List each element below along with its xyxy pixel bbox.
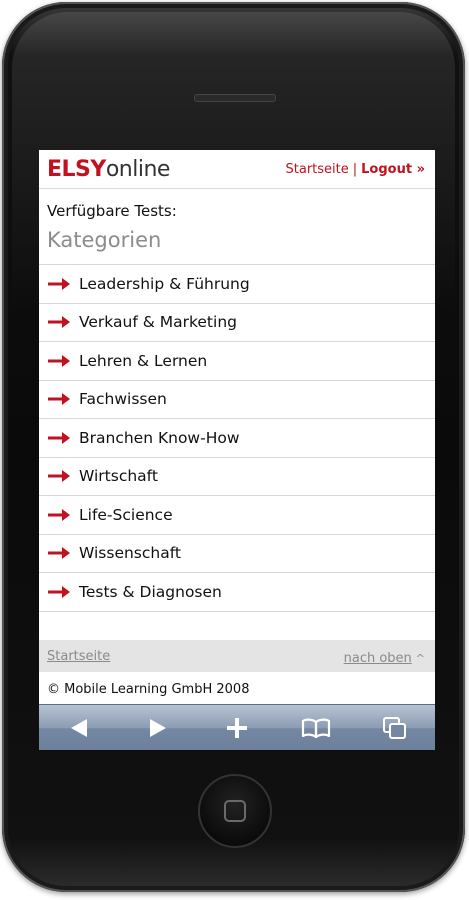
category-label: Tests & Diagnosen — [79, 582, 222, 601]
forward-button[interactable] — [138, 710, 178, 746]
home-square-icon — [224, 800, 246, 822]
logo-elsy: ELSY — [47, 156, 106, 182]
bookmarks-icon — [302, 718, 331, 739]
bookmarks-button[interactable] — [296, 710, 336, 746]
category-item-tests[interactable]: Tests & Diagnosen — [39, 573, 435, 612]
categories-heading: Kategorien — [39, 224, 435, 265]
pages-icon — [383, 717, 407, 739]
back-to-top[interactable]: nach oben ^ — [344, 647, 425, 666]
home-link[interactable]: Startseite — [286, 162, 349, 177]
category-item-fachwissen[interactable]: Fachwissen — [39, 381, 435, 419]
category-item-wirtschaft[interactable]: Wirtschaft — [39, 458, 435, 496]
category-label: Branchen Know-How — [79, 428, 240, 447]
footer-home-link[interactable]: Startseite — [47, 649, 110, 664]
category-item-leadership[interactable]: Leadership & Führung — [39, 265, 435, 304]
category-item-verkauf[interactable]: Verkauf & Marketing — [39, 304, 435, 342]
back-to-top-link: nach oben — [343, 650, 412, 666]
category-label: Life-Science — [79, 505, 173, 524]
link-separator: | — [352, 161, 358, 177]
elsy-logo[interactable]: ELSYonline — [47, 157, 170, 182]
site-header: ELSYonline Startseite | Logout » — [39, 150, 435, 189]
chevron-up-icon: ^ — [415, 651, 425, 665]
pages-button[interactable] — [375, 710, 415, 746]
browser-toolbar — [39, 704, 435, 750]
category-list: Leadership & Führung Verkauf & Marketing… — [39, 265, 435, 612]
category-item-branchen[interactable]: Branchen Know-How — [39, 419, 435, 458]
category-item-wissenschaft[interactable]: Wissenschaft — [39, 535, 435, 573]
earpiece-speaker — [194, 94, 276, 102]
logout-link[interactable]: Logout » — [361, 162, 425, 177]
category-item-lehren[interactable]: Lehren & Lernen — [39, 342, 435, 381]
arrow-right-icon — [48, 508, 70, 521]
copyright-text: © Mobile Learning GmbH 2008 — [47, 681, 250, 697]
category-label: Wissenschaft — [79, 544, 181, 563]
back-icon — [70, 719, 87, 737]
category-label: Leadership & Führung — [79, 274, 250, 293]
arrow-right-icon — [48, 316, 70, 329]
arrow-right-icon — [48, 277, 70, 290]
forward-icon — [149, 719, 166, 737]
arrow-right-icon — [48, 470, 70, 483]
phone-frame: ELSYonline Startseite | Logout » Verfügbar… — [2, 2, 465, 892]
available-tests-label: Verfügbare Tests: — [47, 202, 177, 220]
home-button[interactable] — [198, 774, 272, 848]
phone-screen: ELSYonline Startseite | Logout » Verfügbar… — [39, 150, 435, 750]
arrow-right-icon — [48, 393, 70, 406]
footer-nav: Startseite nach oben ^ — [39, 640, 435, 672]
add-icon — [226, 718, 247, 738]
category-item-life-science[interactable]: Life-Science — [39, 496, 435, 535]
category-label: Wirtschaft — [79, 467, 158, 486]
add-button[interactable] — [217, 710, 257, 746]
arrow-right-icon — [48, 431, 70, 444]
arrow-right-icon — [48, 547, 70, 560]
back-button[interactable] — [59, 710, 99, 746]
arrow-right-icon — [48, 585, 70, 598]
category-label: Fachwissen — [79, 390, 167, 409]
category-label: Lehren & Lernen — [79, 351, 208, 370]
header-links: Startseite | Logout » — [286, 162, 426, 177]
category-label: Verkauf & Marketing — [79, 313, 237, 332]
logo-online: online — [105, 156, 171, 182]
arrow-right-icon — [48, 354, 70, 367]
